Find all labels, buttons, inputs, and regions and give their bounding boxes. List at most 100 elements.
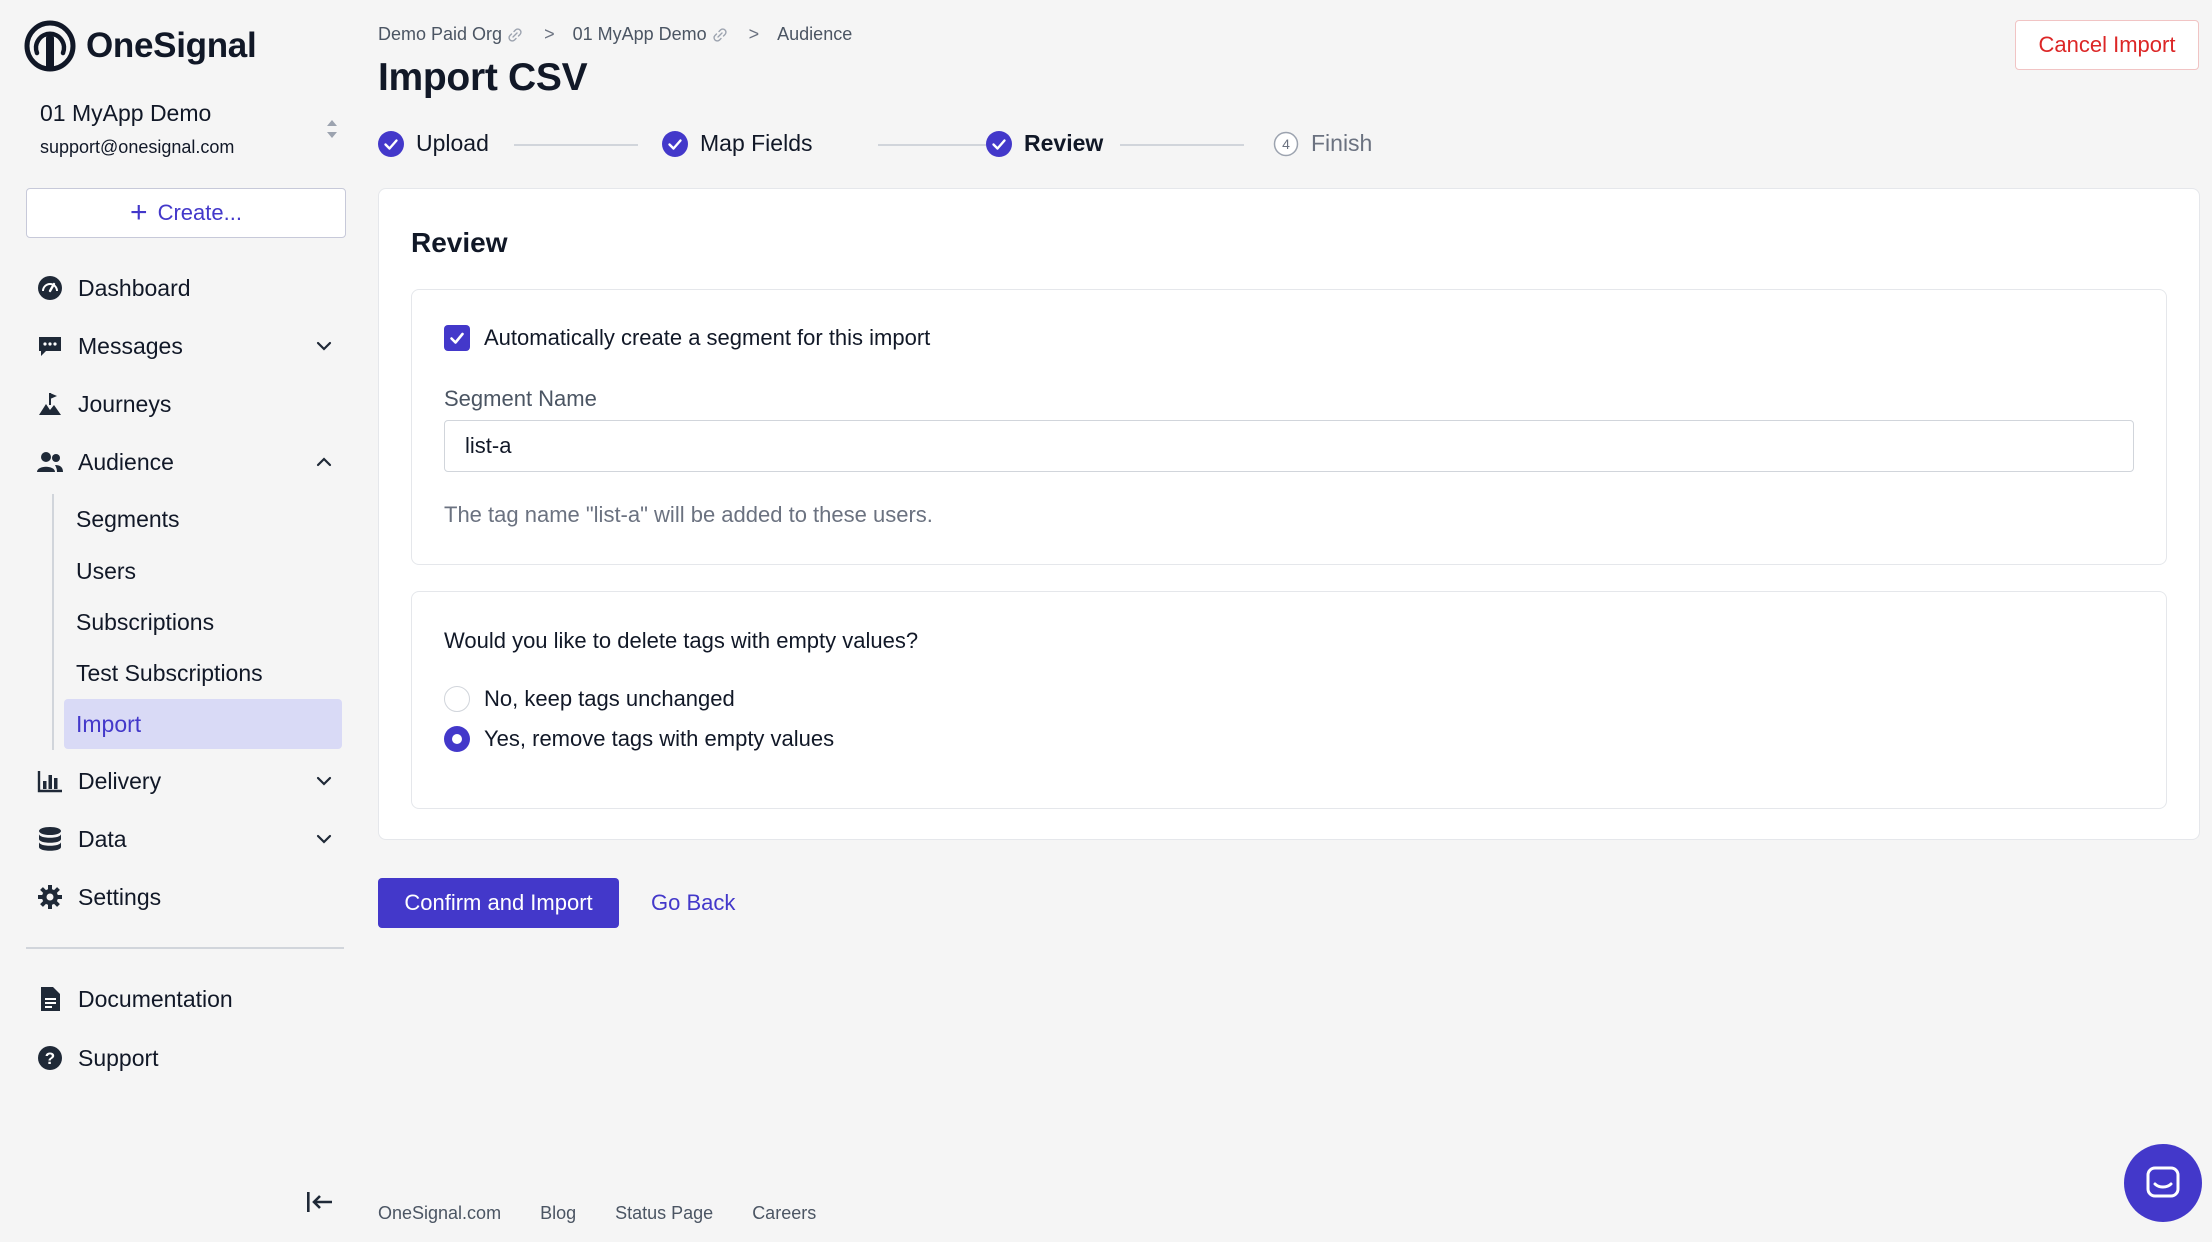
footer-link-status[interactable]: Status Page [615,1203,713,1224]
sidebar-subitem-subscriptions[interactable]: Subscriptions [64,597,342,647]
step-finish: 4 Finish [1273,130,1372,157]
radio-keep-tags-label: No, keep tags unchanged [484,686,735,711]
chevron-down-icon [316,834,332,844]
confirm-import-button[interactable]: Confirm and Import [378,878,619,928]
step-connector [514,144,638,146]
segment-help-text: The tag name "list-a" will be added to t… [444,502,933,527]
footer: OneSignal.com Blog Status Page Careers [378,1203,855,1224]
submenu-guide-line [52,494,54,750]
radio-remove-tags-label: Yes, remove tags with empty values [484,726,835,751]
step-label: Review [1024,130,1104,156]
import-stepper: Upload Map Fields Review 4 Finish [378,130,1388,160]
breadcrumb-section[interactable]: Audience [777,24,852,45]
svg-text:?: ? [45,1049,55,1068]
question-icon: ? [36,1044,64,1072]
sidebar-item-data[interactable]: Data [36,819,346,859]
link-icon [713,27,727,42]
footer-link-site[interactable]: OneSignal.com [378,1203,501,1224]
step-connector [1120,144,1244,146]
svg-text:4: 4 [1282,136,1290,152]
sidebar-item-label: Dashboard [78,274,191,301]
radio-remove-tags[interactable] [444,726,470,752]
sidebar-subitem-users[interactable]: Users [64,546,342,596]
step-number-circle-icon: 4 [1273,131,1299,156]
sidebar-subitem-import[interactable]: Import [64,699,342,749]
auto-segment-label: Automatically create a segment for this … [484,325,931,350]
sidebar-divider [26,947,344,949]
sidebar-item-dashboard[interactable]: Dashboard [36,268,346,308]
step-label: Upload [416,130,489,156]
sidebar-item-label: Journeys [78,390,172,417]
sidebar-item-messages[interactable]: Messages [36,326,346,366]
create-button-label: Create... [157,200,242,225]
review-title: Review [411,227,508,258]
sidebar-item-documentation[interactable]: Documentation [36,979,346,1019]
chevron-right-icon: > [748,24,760,44]
sidebar-item-label: Delivery [78,767,162,794]
sidebar-item-support[interactable]: ? Support [36,1038,346,1078]
footer-link-blog[interactable]: Blog [540,1203,576,1224]
chevron-down-icon [316,341,332,351]
sidebar-item-label: Messages [78,332,183,359]
radio-remove-tags-row[interactable]: Yes, remove tags with empty values [444,726,834,752]
sidebar-item-label: Support [78,1044,159,1071]
app-root: OneSignal 01 MyApp Demo support@onesigna… [0,0,2212,1242]
segment-name-input[interactable]: list-a [444,420,2134,472]
go-back-button[interactable]: Go Back [651,890,735,916]
app-switcher[interactable]: 01 MyApp Demo support@onesignal.com [40,100,340,158]
cancel-import-button[interactable]: Cancel Import [2015,20,2199,70]
breadcrumb: Demo Paid Org > 01 MyApp Demo > Audience [378,24,852,45]
account-email: support@onesignal.com [40,137,235,157]
radio-keep-tags[interactable] [444,686,470,712]
checkmark-icon [450,332,464,344]
onesignal-logo-icon [24,20,76,72]
check-circle-icon [986,130,1012,157]
journeys-flag-icon [36,390,64,418]
review-card: Review Automatically create a segment fo… [378,188,2200,840]
sidebar-item-delivery[interactable]: Delivery [36,761,346,801]
check-circle-icon [662,130,688,157]
chevron-right-icon: > [544,24,555,44]
up-down-arrows-icon [327,120,337,138]
create-button[interactable]: + Create... [26,188,346,238]
sidebar-item-label: Data [78,825,127,852]
brand-name: OneSignal [86,26,257,65]
footer-link-careers[interactable]: Careers [752,1203,816,1224]
sidebar-subitem-test-subscriptions[interactable]: Test Subscriptions [64,648,342,698]
chat-bubble-icon [36,332,64,360]
sidebar-item-label: Audience [78,448,174,475]
radio-keep-tags-row[interactable]: No, keep tags unchanged [444,686,735,712]
users-icon [36,448,64,476]
delete-empty-tags-question: Would you like to delete tags with empty… [444,628,919,653]
plus-icon: + [130,196,148,229]
gear-icon [36,883,64,911]
chat-icon [2146,1166,2180,1198]
auto-segment-checkbox-row[interactable]: Automatically create a segment for this … [444,325,930,351]
step-connector [878,144,1002,146]
step-map-fields: Map Fields [662,130,812,157]
page-title: Import CSV [378,56,588,99]
step-label: Map Fields [700,130,813,156]
step-label: Finish [1311,130,1373,156]
sidebar-item-audience[interactable]: Audience [36,442,346,482]
onesignal-logo[interactable]: OneSignal [24,20,257,72]
bar-chart-icon [36,767,64,795]
chat-support-button[interactable] [2124,1144,2202,1222]
collapse-sidebar-icon[interactable] [306,1190,334,1214]
segment-panel: Automatically create a segment for this … [411,289,2167,565]
breadcrumb-org[interactable]: Demo Paid Org [378,24,502,45]
sidebar-subitem-segments[interactable]: Segments [64,494,342,544]
sidebar-item-journeys[interactable]: Journeys [36,384,346,424]
dashboard-gauge-icon [36,274,64,302]
sidebar-item-label: Settings [78,883,162,910]
check-circle-icon [378,130,404,157]
document-icon [36,985,64,1013]
sidebar-item-label: Documentation [78,985,233,1012]
auto-segment-checkbox[interactable] [444,325,470,351]
breadcrumb-app[interactable]: 01 MyApp Demo [573,24,707,45]
app-name: 01 MyApp Demo [40,100,212,126]
sidebar: OneSignal 01 MyApp Demo support@onesigna… [0,0,368,1242]
database-icon [36,825,64,853]
sidebar-item-settings[interactable]: Settings [36,877,346,917]
step-upload: Upload [378,130,489,157]
